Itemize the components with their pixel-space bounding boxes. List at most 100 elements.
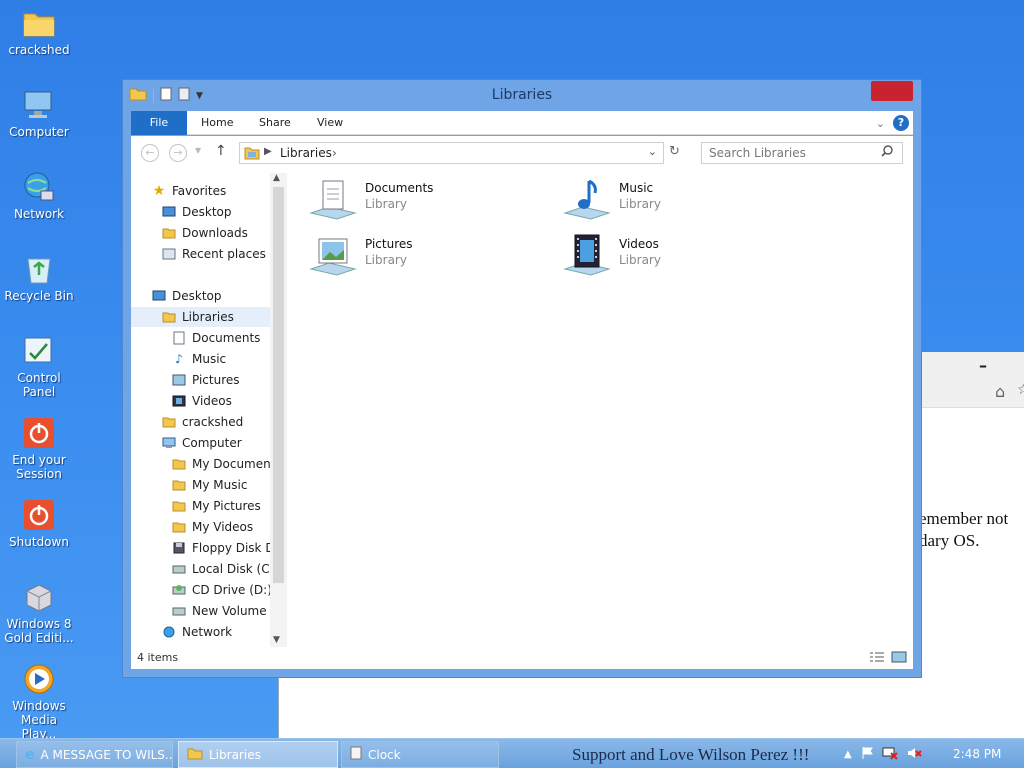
- large-icons-view-icon[interactable]: [891, 651, 907, 666]
- navigation-pane[interactable]: ★ Favorites Desktop Downloads Recent pla…: [131, 169, 287, 647]
- nav-item-my-documents[interactable]: My Documents: [171, 454, 282, 474]
- star-icon: ★: [152, 183, 166, 199]
- help-button[interactable]: ?: [893, 115, 909, 131]
- folder-icon: [22, 6, 56, 40]
- nav-item-new-volume-e[interactable]: New Volume (E: [171, 601, 283, 621]
- nav-item-documents[interactable]: Documents: [171, 328, 260, 348]
- floppy-icon: [171, 540, 187, 556]
- window-title: Libraries: [491, 87, 553, 103]
- library-item-documents[interactable]: Documents Library: [309, 175, 539, 229]
- navigation-bar: ← → ▼ ↑ ▶ Libraries › ⌄ ↻: [131, 136, 913, 169]
- nav-item-network[interactable]: Network: [161, 622, 232, 642]
- network-status-icon[interactable]: [882, 746, 898, 763]
- expand-ribbon-chevron-icon[interactable]: ⌄: [876, 117, 885, 130]
- nav-item-my-videos[interactable]: My Videos: [171, 517, 253, 537]
- recent-locations-chevron-icon[interactable]: ▼: [195, 146, 201, 155]
- action-center-flag-icon[interactable]: [860, 746, 874, 763]
- desktop-icon-shutdown[interactable]: Shutdown: [2, 498, 76, 549]
- library-item-music[interactable]: Music Library: [563, 175, 793, 229]
- ribbon-tabs: File Home Share View ⌄ ?: [131, 111, 913, 135]
- libraries-icon: [161, 309, 177, 325]
- tab-home[interactable]: Home: [201, 111, 233, 135]
- pictures-library-icon: [309, 231, 357, 279]
- scroll-up-icon[interactable]: ▲: [273, 173, 280, 183]
- home-icon[interactable]: ⌂: [995, 382, 1005, 401]
- desktop-icon-label: Shutdown: [9, 535, 69, 549]
- tab-file[interactable]: File: [131, 111, 187, 135]
- nav-item-music[interactable]: ♪ Music: [171, 349, 226, 369]
- desktop-icon-control-panel[interactable]: Control Panel: [2, 334, 76, 399]
- forward-button[interactable]: →: [169, 144, 187, 162]
- desktop-icon-label: Control Panel: [17, 371, 61, 399]
- nav-item-crackshed[interactable]: crackshed: [161, 412, 243, 432]
- address-bar[interactable]: ▶ Libraries › ⌄: [239, 142, 664, 164]
- library-items: Documents Library Music Library Pictures…: [301, 169, 913, 647]
- library-item-pictures[interactable]: Pictures Library: [309, 231, 539, 285]
- nav-item-recent-places[interactable]: Recent places: [161, 244, 266, 264]
- tab-view[interactable]: View: [317, 111, 343, 135]
- desktop-icon-computer[interactable]: Computer: [2, 88, 76, 139]
- music-icon: ♪: [175, 352, 183, 366]
- details-view-icon[interactable]: [869, 651, 885, 666]
- desktop-icon-label: Windows 8 Gold Editi...: [4, 617, 74, 645]
- nav-item-desktop-root[interactable]: Desktop: [151, 286, 222, 306]
- desktop-icon-media-player[interactable]: Windows Media Play...: [2, 662, 76, 741]
- documents-icon: [171, 330, 187, 346]
- desktop-icon-label: End your Session: [12, 453, 66, 481]
- taskbar: e A MESSAGE TO WILS... Libraries Clock S…: [0, 738, 1024, 768]
- nav-item-computer[interactable]: Computer: [161, 433, 242, 453]
- search-input[interactable]: [701, 142, 903, 164]
- nav-pane-scrollbar[interactable]: ▲ ▼: [270, 173, 287, 647]
- taskbar-button-libraries[interactable]: Libraries: [178, 741, 338, 768]
- nav-item-downloads[interactable]: Downloads: [161, 223, 248, 243]
- favorites-star-icon[interactable]: ☆: [1017, 382, 1024, 398]
- breadcrumb-separator: ▶: [264, 146, 272, 157]
- nav-item-videos[interactable]: Videos: [171, 391, 232, 411]
- nav-item-floppy-disk[interactable]: Floppy Disk Dri: [171, 538, 283, 558]
- taskbar-button-clock[interactable]: Clock: [341, 741, 499, 768]
- close-button[interactable]: [871, 81, 913, 101]
- computer-icon: [161, 435, 177, 451]
- libraries-icon: [244, 146, 260, 163]
- folder-icon: [187, 747, 203, 763]
- back-button[interactable]: ←: [141, 144, 159, 162]
- breadcrumb-chevron[interactable]: ›: [332, 146, 337, 160]
- tab-share[interactable]: Share: [259, 111, 291, 135]
- disk-icon: [171, 603, 187, 619]
- desktop-icon-network[interactable]: Network: [2, 170, 76, 221]
- scrollbar-thumb[interactable]: [273, 187, 284, 583]
- documents-library-icon: [309, 175, 357, 223]
- control-panel-icon: [22, 334, 56, 368]
- breadcrumb-libraries[interactable]: Libraries: [280, 146, 332, 160]
- nav-item-desktop[interactable]: Desktop: [161, 202, 232, 222]
- network-icon: [22, 170, 56, 204]
- show-hidden-icons-icon[interactable]: ▲: [844, 749, 852, 760]
- library-item-videos[interactable]: Videos Library: [563, 231, 793, 285]
- nav-item-favorites[interactable]: ★ Favorites: [151, 181, 227, 201]
- nav-item-libraries[interactable]: Libraries: [131, 307, 270, 327]
- scroll-down-icon[interactable]: ▼: [273, 635, 280, 645]
- desktop-icon-windows8-gold[interactable]: Windows 8 Gold Editi...: [2, 580, 76, 645]
- nav-item-local-disk-c[interactable]: Local Disk (C:): [171, 559, 278, 579]
- desktop-icon-label: Recycle Bin: [4, 289, 74, 303]
- desktop-icon-label: Computer: [9, 125, 69, 139]
- refresh-icon[interactable]: ↻: [669, 144, 680, 159]
- desktop-icon-recycle-bin[interactable]: Recycle Bin: [2, 252, 76, 303]
- search-icon[interactable]: [881, 145, 893, 160]
- address-dropdown-chevron-icon[interactable]: ⌄: [648, 145, 657, 158]
- up-arrow-icon[interactable]: ↑: [215, 143, 227, 159]
- volume-muted-icon[interactable]: [906, 746, 922, 763]
- title-bar[interactable]: ▼ Libraries: [123, 80, 921, 110]
- taskbar-button-message[interactable]: e A MESSAGE TO WILS...: [16, 741, 173, 768]
- nav-item-pictures[interactable]: Pictures: [171, 370, 240, 390]
- desktop-icon-end-session[interactable]: End your Session: [2, 416, 76, 481]
- desktop-icon-crackshed[interactable]: crackshed: [2, 6, 76, 57]
- explorer-window[interactable]: ▼ Libraries File Home Share View ⌄ ? ← →…: [122, 79, 922, 678]
- nav-item-my-pictures[interactable]: My Pictures: [171, 496, 261, 516]
- nav-item-my-music[interactable]: My Music: [171, 475, 247, 495]
- taskbar-clock[interactable]: 2:48 PM: [953, 747, 1001, 761]
- cd-drive-icon: [171, 582, 187, 598]
- minimize-button[interactable]: –: [979, 356, 987, 375]
- videos-icon: [171, 393, 187, 409]
- pictures-icon: [171, 372, 187, 388]
